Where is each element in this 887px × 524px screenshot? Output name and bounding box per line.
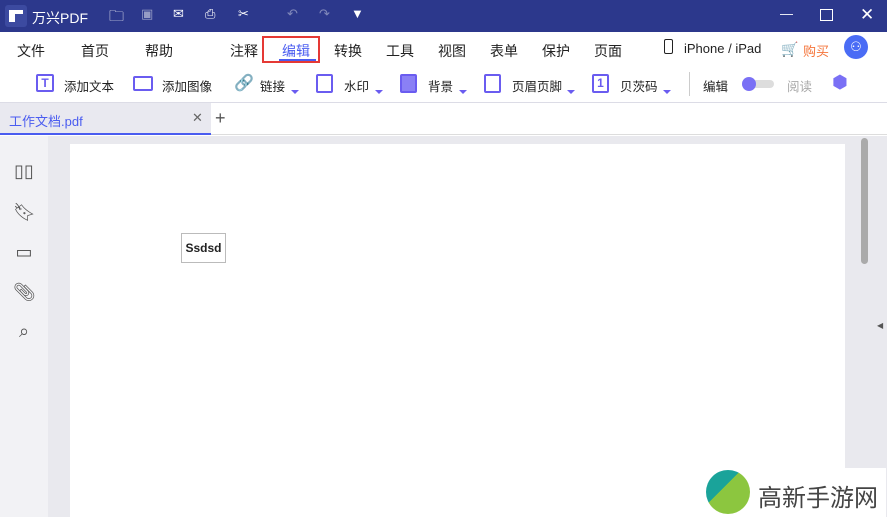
menu-home[interactable]: 首页 <box>81 41 109 61</box>
add-image-button[interactable]: 添加图像 <box>162 76 212 95</box>
link-icon: 🔗 <box>234 75 254 92</box>
comment-icon[interactable]: ▭ <box>13 242 35 262</box>
search-icon[interactable]: ⌕ <box>13 321 35 341</box>
background-button[interactable]: 背景 <box>428 76 453 95</box>
watermark-logo: 高新手游网 <box>706 468 886 518</box>
add-image-icon <box>133 76 153 91</box>
avatar[interactable]: ⚇ <box>844 35 868 59</box>
document-tabs: 工作文档.pdf ✕ + <box>0 103 887 135</box>
menu-protect[interactable]: 保护 <box>542 41 570 61</box>
pdf-page: Ssdsd <box>70 144 845 524</box>
menu-help[interactable]: 帮助 <box>145 41 173 61</box>
bookmark-icon[interactable]: 🔖︎ <box>13 202 36 222</box>
menu-comment[interactable]: 注释 <box>230 41 258 61</box>
document-canvas: Ssdsd ◀ 高新手游网 <box>48 136 887 524</box>
print-icon[interactable]: ⎙ <box>205 6 215 22</box>
document-tab[interactable]: 工作文档.pdf ✕ <box>0 103 211 135</box>
vertical-scrollbar[interactable] <box>861 138 868 264</box>
menu-edit[interactable]: 编辑 <box>282 41 310 61</box>
menu-page[interactable]: 页面 <box>594 41 622 61</box>
quick-access-dropdown-icon[interactable]: ▼ <box>351 6 364 21</box>
link-button[interactable]: 链接 <box>260 76 285 95</box>
menu-convert[interactable]: 转换 <box>334 41 362 61</box>
maximize-button[interactable] <box>820 9 833 21</box>
menu-form[interactable]: 表单 <box>490 41 518 61</box>
header-footer-icon <box>484 74 501 93</box>
thumbnails-icon[interactable]: ▯▯ <box>13 161 35 181</box>
title-bar: 万兴PDF 🗀 ▣ ✉ ⎙ ✂ ↶ ↷ ▼ — ✕ <box>0 0 887 32</box>
add-text-button[interactable]: 添加文本 <box>64 76 114 95</box>
device-link[interactable]: iPhone / iPad <box>684 41 761 56</box>
app-logo <box>5 5 27 27</box>
header-footer-button[interactable]: 页眉页脚 <box>512 76 562 95</box>
open-icon[interactable]: 🗀 <box>109 6 124 31</box>
tab-title: 工作文档.pdf <box>9 114 83 129</box>
expand-right-panel-icon[interactable]: ◀ <box>877 321 883 330</box>
undo-icon[interactable]: ↶ <box>287 6 298 22</box>
save-icon[interactable]: ▣ <box>141 6 153 22</box>
share-icon[interactable]: ✂ <box>238 6 249 22</box>
bates-dropdown-icon[interactable] <box>663 90 671 94</box>
watermark-button[interactable]: 水印 <box>344 76 369 95</box>
close-tab-icon[interactable]: ✕ <box>192 110 203 126</box>
phone-icon <box>664 39 673 54</box>
redo-icon[interactable]: ↷ <box>319 6 330 22</box>
settings-hexagon-icon[interactable]: ⬢ <box>832 72 848 93</box>
divider <box>689 72 690 96</box>
header-footer-dropdown-icon[interactable] <box>567 90 575 94</box>
menu-file[interactable]: 文件 <box>17 41 45 61</box>
edit-toolbar: T 添加文本 添加图像 🔗 链接 水印 背景 页眉页脚 1 贝茨码 编辑 阅读 … <box>0 66 887 103</box>
bates-number-button[interactable]: 贝茨码 <box>620 76 658 95</box>
bates-number-icon: 1 <box>592 74 609 93</box>
mail-icon[interactable]: ✉ <box>173 6 184 22</box>
active-underline <box>279 59 316 61</box>
minimize-button[interactable]: — <box>780 6 793 21</box>
buy-button[interactable]: 购买 <box>803 41 829 60</box>
edit-read-toggle[interactable] <box>742 77 774 91</box>
background-dropdown-icon[interactable] <box>459 90 467 94</box>
text-box[interactable]: Ssdsd <box>181 233 226 263</box>
menu-view[interactable]: 视图 <box>438 41 466 61</box>
watermark-icon <box>316 74 333 93</box>
menu-bar: 文件 首页 帮助 注释 编辑 转换 工具 视图 表单 保护 页面 iPhone … <box>0 32 887 66</box>
close-button[interactable]: ✕ <box>860 5 874 25</box>
edit-mode-label: 编辑 <box>703 80 729 94</box>
add-text-icon: T <box>36 74 54 92</box>
watermark-dropdown-icon[interactable] <box>375 90 383 94</box>
link-dropdown-icon[interactable] <box>291 90 299 94</box>
app-title: 万兴PDF <box>32 10 88 26</box>
read-mode-label: 阅读 <box>787 80 813 94</box>
background-icon <box>400 74 417 93</box>
new-tab-button[interactable]: + <box>215 108 226 129</box>
menu-tools[interactable]: 工具 <box>386 41 414 61</box>
attachment-icon[interactable]: 📎︎ <box>13 282 36 302</box>
cart-icon: 🛒 <box>781 41 799 57</box>
left-sidebar: ▯▯ 🔖︎ ▭ 📎︎ ⌕ ▶ <box>0 136 57 517</box>
